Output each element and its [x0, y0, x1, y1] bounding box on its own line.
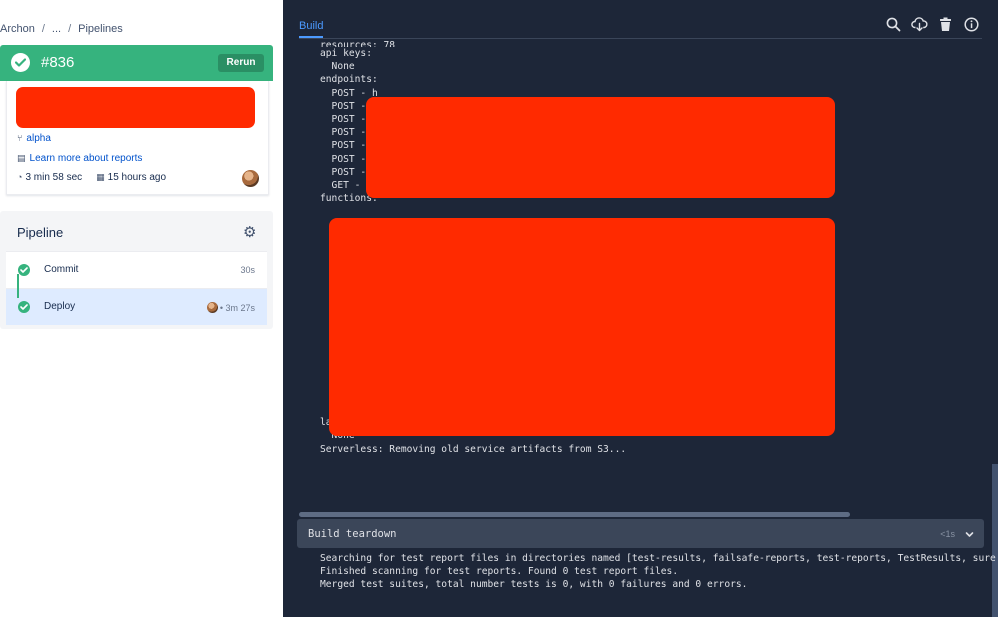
build-number: #836 [41, 54, 75, 71]
reports-link-label: Learn more about reports [29, 153, 143, 164]
step-commit[interactable]: Commit 30s [6, 251, 267, 288]
build-sidebar: Archon /... / Pipelines #836 Rerun ⑂ alpha ▤… [0, 0, 283, 617]
clock-icon: ◔ [17, 172, 23, 182]
tab-build[interactable]: Build [299, 20, 324, 38]
redacted-functions [329, 218, 835, 436]
reports-link[interactable]: ▤ Learn more about reports [17, 153, 142, 164]
success-check-icon [11, 53, 30, 72]
build-meta: ◔ 3 min 58 sec ▦ 15 hours ago [17, 172, 166, 183]
log-line: api keys: [320, 48, 372, 59]
vertical-scrollbar[interactable] [992, 464, 998, 617]
log-line: Serverless: Removing old service artifac… [320, 443, 627, 455]
step-name: Commit [44, 264, 79, 275]
pipeline-steps: Commit 30s Deploy • 3m 27s [6, 251, 267, 325]
log-line: resources: 78 [320, 40, 396, 47]
download-cloud-icon[interactable] [911, 16, 928, 33]
step-duration-separator: • [219, 303, 223, 313]
step-duration: 30s [240, 265, 255, 275]
horizontal-scrollbar[interactable] [299, 512, 850, 517]
teardown-label: Build teardown [308, 528, 397, 540]
success-check-icon [18, 264, 30, 276]
info-icon[interactable] [963, 16, 980, 33]
breadcrumb-item-ellipsis[interactable]: ... [52, 23, 61, 35]
log-toolbar [885, 16, 980, 33]
teardown-log-line: Searching for test report files in direc… [320, 553, 996, 564]
branch-name: alpha [26, 133, 51, 144]
breadcrumb-item-workspace[interactable]: Archon [0, 23, 35, 35]
gear-icon[interactable]: ⚙ [243, 223, 256, 241]
log-line: None [320, 61, 355, 73]
step-duration: 3m 27s [225, 303, 255, 313]
branch-icon: ⑂ [17, 133, 23, 143]
teardown-log-line: Finished scanning for test reports. Foun… [320, 566, 679, 578]
log-panel: Build resources: 78 api keys: None endpoin… [283, 0, 998, 617]
teardown-duration: <1s [940, 529, 955, 539]
step-name: Deploy [44, 301, 76, 312]
success-check-icon [18, 301, 30, 313]
step-duration-group: • 3m 27s [206, 302, 255, 313]
chevron-down-icon[interactable] [964, 527, 975, 545]
pipeline-title: Pipeline [17, 225, 64, 240]
breadcrumb: Archon /... / Pipelines [0, 23, 123, 35]
avatar[interactable] [242, 170, 259, 187]
redacted-endpoints [366, 97, 835, 198]
redacted-commit-message [16, 87, 255, 128]
teardown-log: Searching for test report files in direc… [320, 552, 996, 592]
log-line: endpoints: [320, 74, 378, 86]
pipeline-panel: Pipeline ⚙ Commit 30s Deploy • 3m 27s [0, 211, 273, 329]
step-deploy[interactable]: Deploy • 3m 27s [6, 288, 267, 325]
avatar [206, 302, 218, 313]
rerun-button[interactable]: Rerun [218, 54, 264, 72]
teardown-log-line: Merged test suites, total number tests i… [320, 579, 748, 591]
trash-icon[interactable] [937, 16, 954, 33]
build-duration: 3 min 58 sec [25, 172, 83, 183]
calendar-icon: ▦ [96, 172, 105, 182]
build-teardown-section[interactable]: Build teardown <1s [297, 519, 984, 548]
build-time-ago: 15 hours ago [107, 172, 167, 183]
branch-link[interactable]: ⑂ alpha [17, 133, 51, 144]
breadcrumb-item-pipelines[interactable]: Pipelines [78, 23, 123, 35]
search-icon[interactable] [885, 16, 902, 33]
build-info-card: ⑂ alpha ▤ Learn more about reports ◔ 3 min … [6, 81, 269, 195]
build-status-bar: #836 Rerun [0, 45, 273, 81]
step-connector [17, 274, 19, 298]
reports-icon: ▤ [17, 153, 26, 163]
